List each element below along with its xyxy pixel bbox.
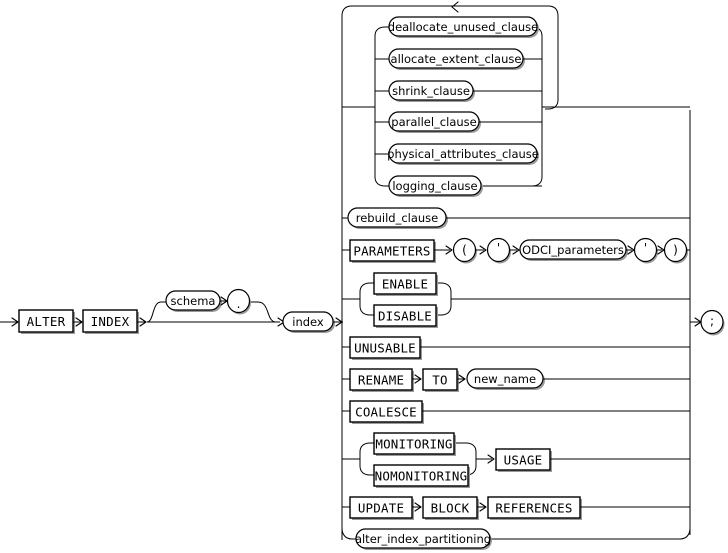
quote-open-punctuation[interactable]: '	[486, 237, 512, 264]
alter-keyword-label: ALTER	[27, 314, 66, 329]
quote-close-punctuation[interactable]: '	[633, 237, 659, 264]
quote-close-label: '	[644, 241, 647, 255]
parameters-keyword-label: PARAMETERS	[353, 244, 430, 259]
monitoring-keyword-label: MONITORING	[375, 437, 452, 452]
shrink-clause[interactable]: shrink_clause	[388, 80, 542, 102]
unusable-keyword-label: UNUSABLE	[354, 341, 416, 356]
unusable-keyword[interactable]: UNUSABLE	[349, 336, 422, 360]
update-keyword[interactable]: UPDATE	[349, 496, 414, 520]
physical-attributes-clause-label: physical_attributes_clause	[387, 147, 539, 161]
nomonitoring-keyword-label: NOMONITORING	[375, 469, 468, 484]
rparen-punctuation[interactable]: )	[663, 237, 689, 264]
semicolon-terminator[interactable]: ;	[700, 309, 725, 336]
parallel-clause[interactable]: parallel_clause	[388, 111, 542, 133]
new-name-label: new_name	[474, 372, 536, 386]
rebuild-clause[interactable]: rebuild_clause	[347, 207, 448, 229]
connector-lparen-quote	[475, 245, 487, 255]
references-keyword-label: REFERENCES	[495, 501, 572, 516]
block-keyword[interactable]: BLOCK	[422, 496, 479, 520]
schema-nonterminal[interactable]: schema	[165, 290, 222, 312]
dot-punctuation[interactable]: .	[226, 288, 252, 315]
nomonitoring-keyword[interactable]: NOMONITORING	[373, 464, 470, 488]
allocate-extent-clause-label: allocate_extent_clause	[391, 52, 522, 66]
usage-keyword[interactable]: USAGE	[495, 448, 552, 472]
coalesce-keyword-label: COALESCE	[355, 405, 417, 420]
rebuild-clause-label: rebuild_clause	[356, 211, 439, 225]
connector-parameters-lparen	[434, 245, 453, 255]
terminator-connector	[690, 317, 702, 327]
deallocate-unused-clause-label: deallocate_unused_clause	[388, 20, 538, 34]
lparen-punctuation[interactable]: (	[452, 237, 478, 264]
references-keyword[interactable]: REFERENCES	[487, 496, 582, 520]
odci-parameters-label: ODCI_parameters	[522, 243, 624, 257]
shrink-clause-label: shrink_clause	[392, 84, 470, 98]
syntax-diagram-canvas: ALTER INDEX schema . index deallocate_un…	[0, 0, 728, 553]
alter-index-partitioning-nonterminal[interactable]: alter_index_partitioning	[355, 528, 492, 550]
enable-keyword[interactable]: ENABLE	[373, 272, 438, 296]
physical-attributes-clause[interactable]: physical_attributes_clause	[387, 143, 539, 165]
quote-open-label: '	[497, 241, 500, 255]
entry-path	[0, 317, 19, 327]
update-keyword-label: UPDATE	[358, 501, 404, 516]
coalesce-keyword[interactable]: COALESCE	[349, 400, 424, 424]
to-keyword-label: TO	[432, 373, 447, 388]
index-keyword[interactable]: INDEX	[82, 309, 139, 334]
index-label: index	[292, 315, 324, 329]
parallel-clause-label: parallel_clause	[391, 115, 476, 129]
alter-index-partitioning-label: alter_index_partitioning	[355, 532, 491, 546]
usage-keyword-label: USAGE	[504, 453, 543, 468]
disable-keyword-label: DISABLE	[378, 309, 432, 324]
semicolon-label: ;	[710, 314, 714, 328]
schema-label: schema	[171, 294, 216, 308]
to-keyword[interactable]: TO	[422, 368, 459, 392]
alter-keyword[interactable]: ALTER	[18, 309, 75, 334]
logging-clause[interactable]: logging_clause	[388, 175, 542, 197]
monitoring-keyword[interactable]: MONITORING	[373, 432, 456, 456]
dot-label: .	[237, 297, 241, 311]
rename-keyword-label: RENAME	[358, 373, 404, 388]
enable-keyword-label: ENABLE	[382, 277, 428, 292]
index-nonterminal[interactable]: index	[282, 311, 335, 333]
new-name-nonterminal[interactable]: new_name	[466, 368, 545, 390]
parameters-keyword[interactable]: PARAMETERS	[349, 239, 436, 263]
rename-keyword[interactable]: RENAME	[349, 368, 414, 392]
disable-keyword[interactable]: DISABLE	[373, 304, 438, 328]
railroad-diagram: ALTER INDEX schema . index deallocate_un…	[0, 1, 725, 550]
allocate-extent-clause[interactable]: allocate_extent_clause	[388, 48, 542, 70]
index-keyword-label: INDEX	[91, 314, 130, 329]
lparen-label: (	[462, 243, 467, 257]
rparen-label: )	[673, 243, 678, 257]
logging-clause-label: logging_clause	[392, 179, 477, 193]
deallocate-unused-clause[interactable]: deallocate_unused_clause	[388, 16, 539, 38]
block-keyword-label: BLOCK	[431, 501, 470, 516]
odci-parameters-nonterminal[interactable]: ODCI_parameters	[519, 239, 628, 261]
